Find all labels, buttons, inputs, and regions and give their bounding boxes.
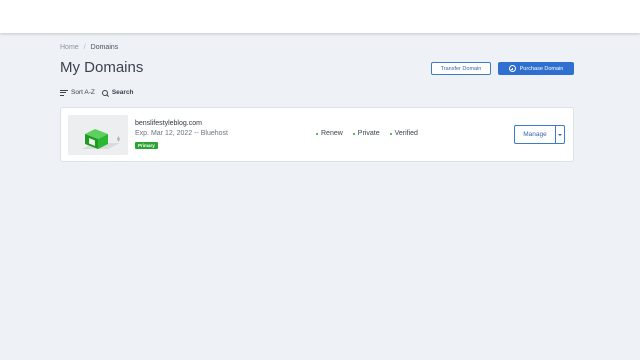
search-button[interactable]: Search <box>101 89 134 96</box>
sort-button[interactable]: Sort A-Z <box>60 89 95 96</box>
purchase-domain-button[interactable]: Purchase Domain <box>498 62 574 75</box>
breadcrumb-separator: / <box>83 44 86 51</box>
transfer-domain-button[interactable]: Transfer Domain <box>431 62 491 75</box>
primary-badge: Primary <box>135 142 158 149</box>
transfer-domain-label: Transfer Domain <box>440 65 482 72</box>
status-verified: Verified <box>389 130 418 137</box>
sort-label: Sort A-Z <box>71 89 95 96</box>
status-dot-icon <box>352 132 355 135</box>
domain-name[interactable]: benslifestyleblog.com <box>135 120 202 127</box>
breadcrumb: Home / Domains <box>60 44 118 51</box>
purchase-domain-label: Purchase Domain <box>519 65 564 72</box>
status-label: Private <box>357 130 380 137</box>
manage-label: Manage <box>523 131 547 138</box>
list-toolbar: Sort A-Z Search <box>60 89 134 96</box>
domain-thumbnail <box>68 115 128 155</box>
top-navigation-bar <box>0 0 640 33</box>
status-label: Renew <box>321 130 343 137</box>
domain-expiry: Exp. Mar 12, 2022 -- Bluehost <box>135 130 228 137</box>
status-private: Private <box>352 130 380 137</box>
domain-status-list: Renew Private Verified <box>316 130 418 137</box>
status-dot-icon <box>316 132 318 135</box>
search-label: Search <box>111 89 134 96</box>
status-dot-icon <box>389 132 392 135</box>
status-renew: Renew <box>316 130 343 137</box>
search-icon <box>101 89 108 96</box>
page-title: My Domains <box>60 59 144 76</box>
plus-circle-icon <box>508 65 516 72</box>
sort-lines-icon <box>60 89 68 96</box>
chevron-down-icon <box>558 133 562 136</box>
breadcrumb-current: Domains <box>90 44 119 51</box>
manage-dropdown-toggle[interactable] <box>555 125 565 144</box>
status-label: Verified <box>394 130 418 137</box>
domain-card: benslifestyleblog.com Exp. Mar 12, 2022 … <box>60 107 574 162</box>
manage-button[interactable]: Manage <box>514 125 555 144</box>
house-logo-icon <box>68 115 128 155</box>
breadcrumb-home-link[interactable]: Home <box>60 44 79 51</box>
